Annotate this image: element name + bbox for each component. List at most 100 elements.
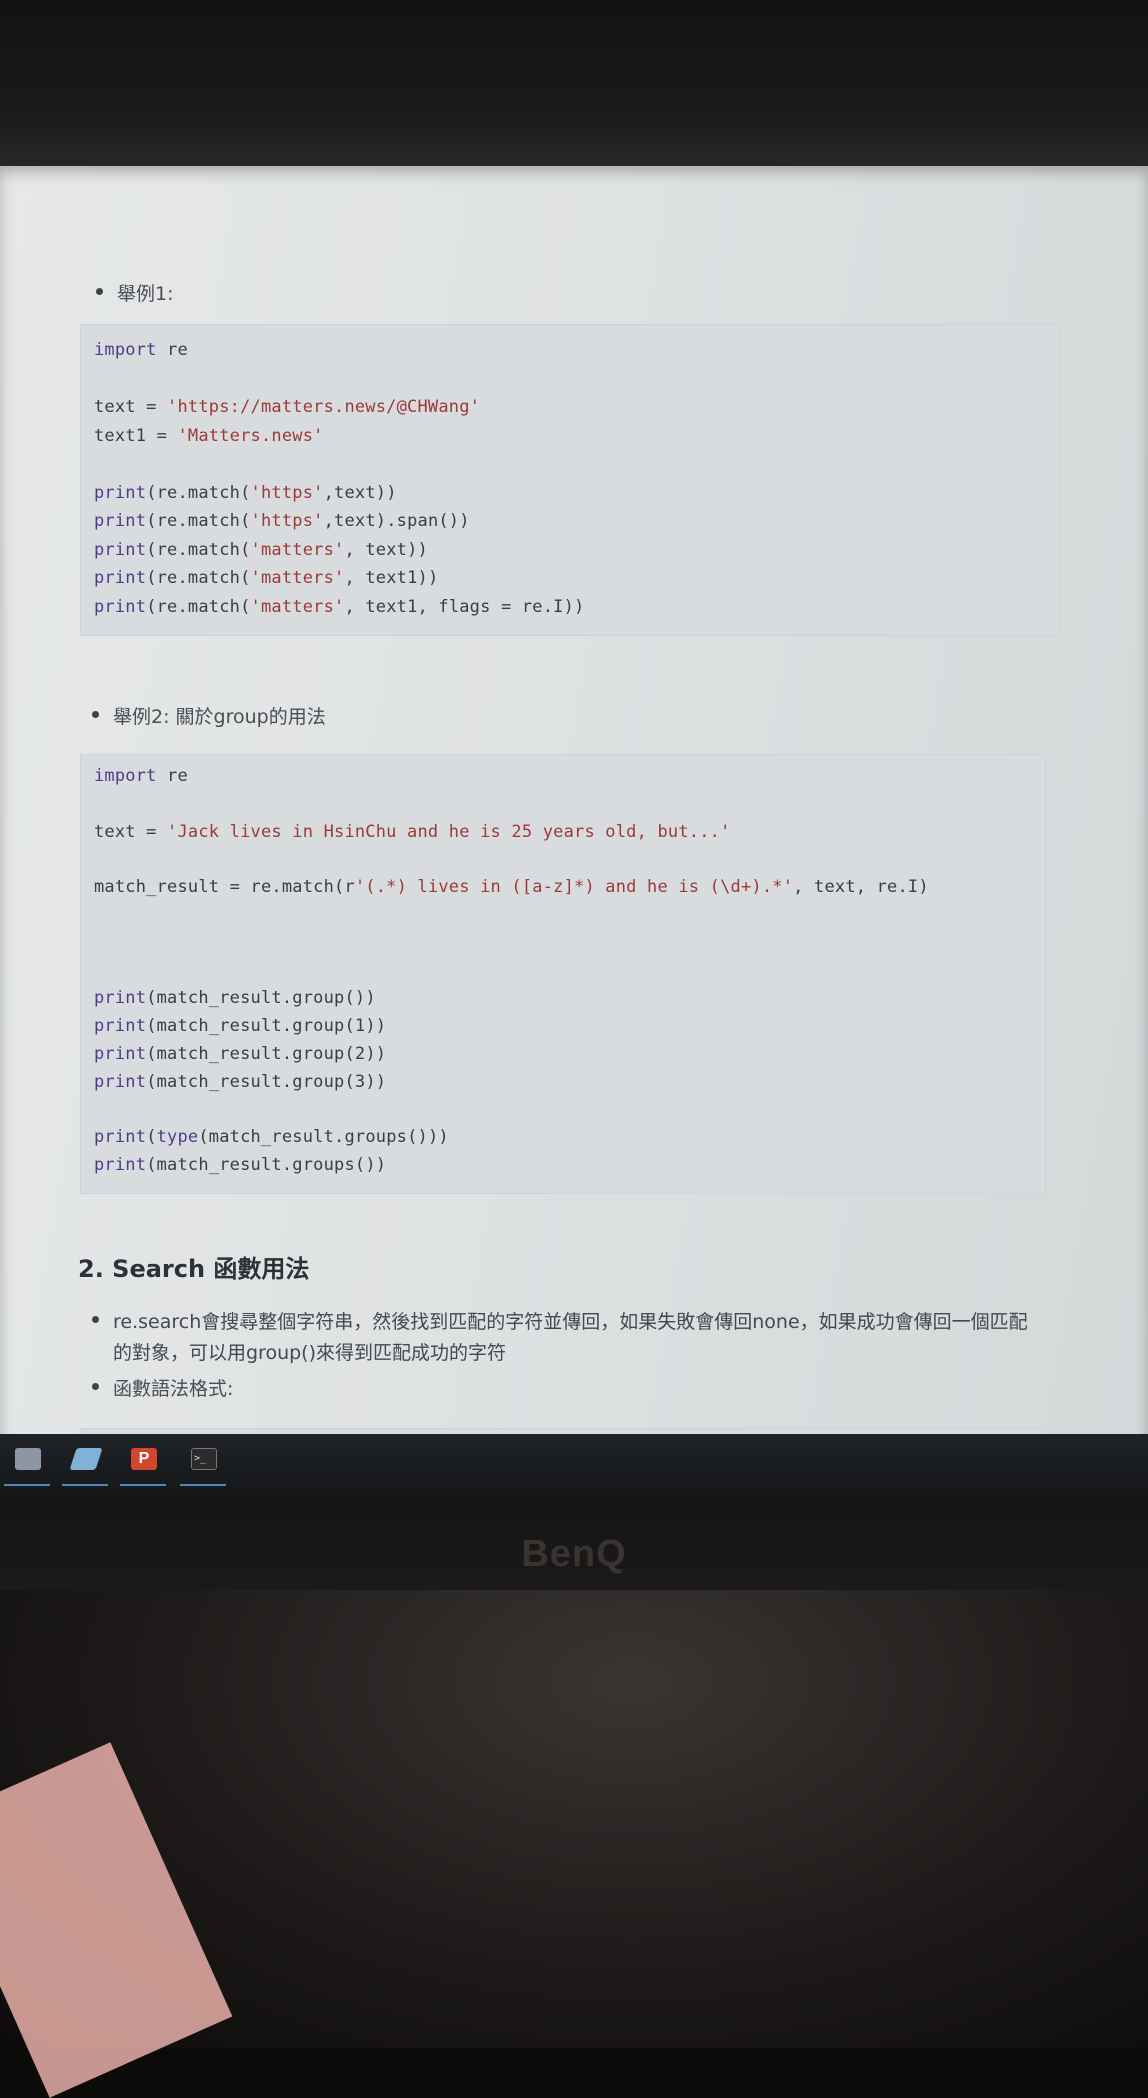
terminal-icon: >_ bbox=[191, 1448, 217, 1470]
search-description-item: re.search會搜尋整個字符串，然後找到匹配的字符並傳回，如果失敗會傳回no… bbox=[92, 1307, 1072, 1369]
code-text: ( bbox=[146, 1127, 157, 1148]
code-string: 'matters' bbox=[250, 596, 345, 617]
syntax-item: 函數語法格式: bbox=[92, 1374, 233, 1401]
bullet-icon bbox=[92, 1316, 99, 1323]
code-line: print(match_result.group(2)) bbox=[94, 1041, 929, 1069]
code-text: (match_result.group()) bbox=[146, 988, 376, 1009]
code-keyword: print bbox=[94, 596, 147, 617]
taskbar-item-terminal[interactable]: >_ bbox=[180, 1442, 226, 1486]
code-text: , text1, flags = re.I)) bbox=[344, 596, 585, 617]
example1-heading: 舉例1: bbox=[117, 283, 174, 305]
code-keyword: print bbox=[94, 1071, 147, 1092]
code-text: (re.match( bbox=[146, 482, 251, 503]
code-line: text1 = 'Matters.news' bbox=[94, 422, 584, 451]
code-line: text = 'Jack lives in HsinChu and he is … bbox=[94, 819, 929, 847]
syntax-label: 函數語法格式: bbox=[113, 1378, 234, 1400]
monitor-brand-logo: BenQ bbox=[521, 1533, 627, 1575]
code-text: (match_result.group(2)) bbox=[146, 1043, 387, 1064]
code-text: (re.match( bbox=[146, 568, 251, 588]
code-text: text = bbox=[94, 821, 168, 842]
code-line: import re bbox=[94, 763, 929, 791]
taskbar-item-powerpoint[interactable]: P bbox=[120, 1442, 166, 1486]
example2-heading-item: 舉例2: 關於group的用法 bbox=[92, 702, 326, 729]
code-string: 'matters' bbox=[250, 539, 345, 560]
section-heading: 2. Search 函數用法 bbox=[78, 1255, 310, 1283]
code-text: , text, re.I) bbox=[793, 877, 929, 898]
bullet-icon bbox=[92, 1383, 99, 1390]
code-text: (re.match( bbox=[146, 596, 251, 617]
code-text: text = bbox=[94, 397, 168, 417]
taskbar-item-notes[interactable] bbox=[62, 1442, 108, 1486]
code-line: print(match_result.group()) bbox=[94, 985, 929, 1013]
search-description-line1: re.search會搜尋整個字符串，然後找到匹配的字符並傳回，如果失敗會傳回no… bbox=[113, 1311, 1028, 1333]
code-keyword: import bbox=[94, 766, 157, 786]
code-line: print(match_result.group(1)) bbox=[94, 1013, 929, 1041]
code-text: , text)) bbox=[344, 539, 428, 560]
desktop-icon bbox=[15, 1448, 41, 1470]
taskbar: P >_ bbox=[0, 1434, 1148, 1496]
code-text: re bbox=[156, 766, 188, 786]
code-text: text1 = bbox=[94, 425, 178, 446]
code-text: (re.match( bbox=[146, 539, 251, 560]
code-string: '(.*) lives in ([a-z]*) and he is (\d+).… bbox=[354, 877, 794, 898]
code-text: ,text)) bbox=[323, 482, 397, 503]
code-text: (match_result.groups()) bbox=[146, 1155, 387, 1176]
code-keyword: print bbox=[94, 539, 147, 560]
code-line: print(re.match('https',text)) bbox=[94, 479, 584, 508]
code-line: import re bbox=[94, 336, 584, 365]
code-keyword: print bbox=[94, 511, 147, 531]
code-keyword: print bbox=[94, 482, 147, 503]
code-text: (re.match( bbox=[146, 511, 251, 531]
code-text: match_result = re.match(r bbox=[94, 877, 355, 898]
example2-heading: 舉例2: 關於group的用法 bbox=[113, 706, 326, 728]
code-example1: import re text = 'https://matters.news/@… bbox=[94, 336, 584, 621]
code-string: 'Matters.news' bbox=[177, 425, 324, 446]
code-string: 'https://matters.news/@CHWang' bbox=[167, 397, 481, 417]
notes-icon bbox=[69, 1448, 103, 1470]
article-content: 舉例1: import re text = 'https://matters.n… bbox=[0, 166, 1148, 1448]
code-line: print(match_result.groups()) bbox=[94, 1152, 929, 1180]
search-description-line2: 的對象，可以用group()來得到匹配成功的字符 bbox=[113, 1342, 507, 1364]
code-example2: import re text = 'Jack lives in HsinChu … bbox=[94, 763, 929, 1180]
code-line: match_result = re.match(r'(.*) lives in … bbox=[94, 874, 929, 902]
code-keyword: print bbox=[94, 1155, 147, 1176]
code-line: print(re.match('https',text).span()) bbox=[94, 507, 584, 536]
code-string: 'Jack lives in HsinChu and he is 25 year… bbox=[167, 821, 731, 842]
code-text: , text1)) bbox=[344, 568, 439, 588]
code-text: (match_result.groups())) bbox=[198, 1127, 449, 1148]
monitor-top-bezel bbox=[0, 0, 1148, 168]
code-text: (match_result.group(3)) bbox=[146, 1071, 387, 1092]
example1-heading-item: 舉例1: bbox=[96, 279, 174, 306]
code-text: re bbox=[156, 340, 188, 360]
code-keyword: type bbox=[156, 1127, 199, 1148]
code-line: text = 'https://matters.news/@CHWang' bbox=[94, 393, 584, 422]
code-string: 'matters' bbox=[250, 568, 345, 588]
code-line: print(re.match('matters', text)) bbox=[94, 536, 584, 565]
code-line: print(type(match_result.groups())) bbox=[94, 1124, 929, 1152]
bullet-icon bbox=[96, 288, 103, 295]
code-keyword: print bbox=[94, 988, 147, 1009]
code-text: ,text).span()) bbox=[323, 511, 470, 531]
code-string: 'https' bbox=[250, 482, 324, 503]
code-line: print(re.match('matters', text1, flags =… bbox=[94, 593, 584, 622]
code-string: 'https' bbox=[250, 511, 324, 531]
code-line: print(re.match('matters', text1)) bbox=[94, 564, 584, 593]
code-keyword: print bbox=[94, 1043, 147, 1064]
taskbar-item-desktop[interactable] bbox=[4, 1442, 50, 1486]
code-line: print(match_result.group(3)) bbox=[94, 1069, 929, 1097]
code-keyword: print bbox=[94, 568, 147, 588]
powerpoint-icon: P bbox=[131, 1448, 157, 1470]
browser-page: 舉例1: import re text = 'https://matters.n… bbox=[0, 166, 1148, 1448]
code-keyword: print bbox=[94, 1016, 147, 1037]
code-keyword: print bbox=[94, 1127, 147, 1148]
code-keyword: import bbox=[94, 340, 157, 360]
code-text: (match_result.group(1)) bbox=[146, 1016, 387, 1037]
